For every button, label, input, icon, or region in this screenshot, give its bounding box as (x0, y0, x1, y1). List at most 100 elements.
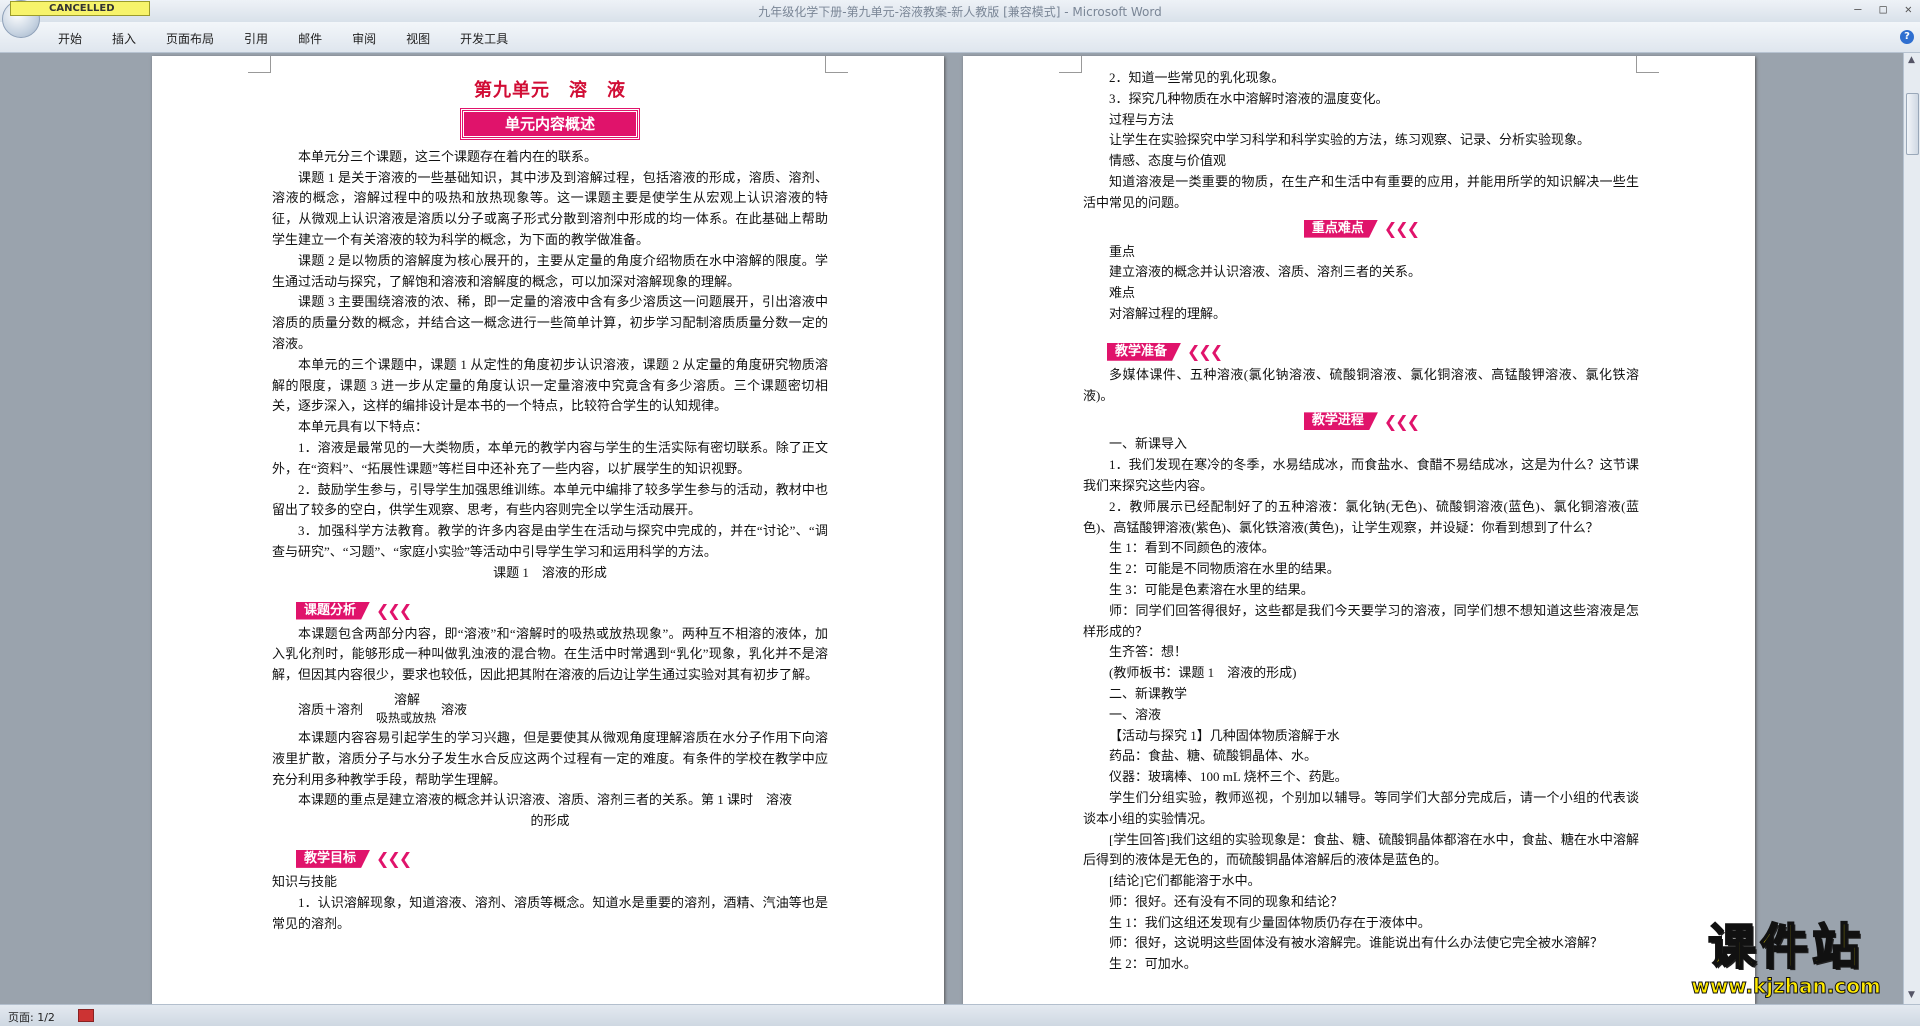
paragraph: 生 2：可能是不同物质溶在水里的结果。 (1109, 561, 1340, 577)
page-2-content: 2．知道一些常见的乳化现象。 3．探究几种物质在水中溶解时溶液的温度变化。 过程… (1083, 68, 1639, 975)
subheading: 知识与技能 (272, 873, 338, 889)
page-count[interactable]: 页面: 1/2 (8, 1009, 55, 1025)
paragraph: 让学生在实验探究中学习科学和科学实验的方法，练习观察、记录、分析实验现象。 (1109, 132, 1591, 148)
document-page-1[interactable]: 第九单元 溶 液 单元内容概述 本单元分三个课题，这三个课题存在着内在的联系。 … (152, 56, 944, 1004)
paragraph: 本课题包含两部分内容，即“溶液”和“溶解时的吸热或放热现象”。两种互不相溶的液体… (272, 625, 828, 683)
paragraph: 【活动与探究 1】几种固体物质溶解于水 (1109, 727, 1340, 743)
paragraph: 生 1：我们这组还发现有少量固体物质仍存在于液体中。 (1109, 914, 1431, 930)
tab-mailings[interactable]: 邮件 (298, 30, 322, 47)
triple-chevron-icon: ❮❮❮ (1383, 411, 1420, 431)
paragraph: 本单元具有以下特点： (298, 419, 429, 435)
triple-chevron-icon: ❮❮❮ (376, 601, 412, 621)
subheading: 情感、态度与价值观 (1109, 153, 1227, 169)
paragraph: 仪器：玻璃棒、100 mL 烧杯三个、药匙。 (1109, 769, 1348, 785)
dissolution-equation: 溶质＋溶剂 溶液 溶解 吸热或放热 (298, 692, 828, 725)
paragraph: 2．教师展示已经配制好了的五种溶液：氯化钠(无色)、硫酸铜溶液(蓝色)、氯化铜溶… (1083, 498, 1639, 535)
triple-chevron-icon: ❮❮❮ (376, 849, 412, 869)
section-tag-key-points: 重点难点 ❮❮❮ (1083, 219, 1639, 239)
lesson-title: 课题 1 溶液的形成 (493, 564, 607, 580)
paragraph: 生 3：可能是色素溶在水里的结果。 (1109, 581, 1314, 597)
paragraph: 课题 2 是以物质的溶解度为核心展开的，主要从定量的角度介绍物质在水中溶解的限度… (272, 252, 828, 289)
section-tag-preparation: 教学准备 ❮❮❮ (1107, 342, 1223, 362)
section-tag-goals: 教学目标 ❮❮❮ (296, 849, 412, 869)
scroll-up-icon[interactable]: ▲ (1906, 55, 1917, 67)
paragraph: [结论]它们都能溶于水中。 (1109, 873, 1261, 889)
subheading: 难点 (1109, 285, 1136, 301)
paragraph: 3．探究几种物质在水中溶解时溶液的温度变化。 (1109, 90, 1389, 106)
paragraph: 生 2：可加水。 (1109, 956, 1197, 972)
equation-condition: 吸热或放热 (376, 710, 437, 725)
section-banner: 单元内容概述 (460, 107, 640, 140)
page-1-content: 第九单元 溶 液 单元内容概述 本单元分三个课题，这三个课题存在着内在的联系。 … (272, 66, 828, 934)
margin-corner-mark (825, 56, 848, 73)
tag-label: 重点难点 (1303, 219, 1378, 238)
triple-chevron-icon: ❮❮❮ (1383, 219, 1420, 239)
paragraph: 知道溶液是一类重要的物质，在生产和生活中有重要的应用，并能用所学的知识解决一些生… (1083, 173, 1639, 210)
proofing-icon[interactable] (78, 1009, 94, 1022)
paragraph: 生齐答：想！ (1109, 644, 1188, 660)
margin-corner-mark (1059, 56, 1082, 73)
paragraph: 课题 3 主要围绕溶液的浓、稀，即一定量的溶液中含有多少溶质这一问题展开，引出溶… (272, 294, 828, 351)
paragraph: 多媒体课件、五种溶液(氯化钠溶液、硫酸铜溶液、氯化铜溶液、高锰酸钾溶液、氯化铁溶… (1083, 366, 1639, 403)
paragraph: 本课题内容容易引起学生的学习兴趣，但是要使其从微观角度理解溶质在水分子作用下向溶… (272, 729, 828, 787)
tab-developer[interactable]: 开发工具 (460, 30, 508, 47)
paragraph: 师：同学们回答得很好，这些都是我们今天要学习的溶液，同学们想不想知道这些溶液是怎… (1083, 602, 1639, 639)
site-watermark-logo: 课件站 www.kjzhan.com (1668, 919, 1904, 1004)
watermark-text: 课件站 (1707, 919, 1864, 975)
paragraph: 课题 1 是关于溶液的一些基础知识，其中涉及到溶解过程，包括溶液的形成，溶质、溶… (272, 169, 828, 247)
subheading: 二、新课教学 (1109, 685, 1188, 701)
title-bar: CANCELLED 九年级化学下册-第九单元-溶液教案-新人教版 [兼容模式] … (0, 0, 1920, 38)
paragraph: 本单元的三个课题中，课题 1 从定性的角度初步认识溶液，课题 2 从定量的角度研… (272, 356, 828, 414)
tag-label: 教学目标 (296, 849, 371, 868)
paragraph: 师：很好，这说明这些固体没有被水溶解完。谁能说出有什么办法使它完全被水溶解？ (1109, 935, 1604, 951)
paragraph: 本课题的重点是建立溶液的概念并认识溶液、溶质、溶剂三者的关系。第 1 课时 溶液 (298, 792, 793, 808)
paragraph: 1．我们发现在寒冷的冬季，水易结成冰，而食盐水、食醋不易结成冰，这是为什么？这节… (1083, 457, 1639, 493)
tag-label: 教学准备 (1107, 342, 1182, 361)
paragraph: 2．鼓励学生参与，引导学生加强思维训练。本单元中编排了较多学生参与的活动，教材中… (272, 481, 828, 518)
subheading: 重点 (1109, 243, 1136, 259)
tab-page-layout[interactable]: 页面布局 (166, 30, 214, 47)
subheading: 一、新课导入 (1109, 436, 1188, 452)
paragraph-continuation: 的形成 (530, 813, 570, 829)
paragraph: 师：很好。还有没有不同的现象和结论？ (1109, 893, 1344, 909)
paragraph: 1．认识溶解现象，知道溶液、溶剂、溶质等概念。知道水是重要的溶剂，酒精、汽油等也… (272, 894, 828, 931)
tag-label: 教学进程 (1303, 412, 1378, 431)
document-page-2[interactable]: 2．知道一些常见的乳化现象。 3．探究几种物质在水中溶解时溶液的温度变化。 过程… (963, 56, 1755, 1004)
subheading: 过程与方法 (1109, 111, 1175, 127)
section-tag-analysis: 课题分析 ❮❮❮ (296, 601, 412, 621)
subheading: 一、溶液 (1109, 706, 1162, 722)
tab-references[interactable]: 引用 (244, 30, 268, 47)
paragraph: 3．加强科学方法教育。教学的许多内容是由学生在活动与探究中完成的，并在“讨论”、… (272, 523, 828, 559)
scroll-down-icon[interactable]: ▼ (1906, 990, 1917, 1002)
vertical-scrollbar[interactable]: ▲ ▼ (1903, 53, 1920, 1004)
minimize-button[interactable]: – (1854, 2, 1861, 16)
close-button[interactable]: ✕ (1905, 2, 1912, 16)
tab-view[interactable]: 视图 (406, 30, 430, 47)
paragraph: 药品：食盐、糖、硫酸铜晶体、水。 (1109, 748, 1318, 764)
paragraph: 1．溶液是最常见的一大类物质，本单元的教学内容与学生的生活实际有密切联系。除了正… (272, 439, 828, 476)
paragraph: 本单元分三个课题，这三个课题存在着内在的联系。 (298, 148, 598, 164)
section-tag-process: 教学进程 ❮❮❮ (1083, 411, 1639, 431)
paragraph: 2．知道一些常见的乳化现象。 (1109, 70, 1285, 85)
tab-insert[interactable]: 插入 (112, 30, 136, 47)
tab-home[interactable]: 开始 (58, 30, 82, 47)
maximize-button[interactable]: □ (1880, 2, 1887, 16)
scrollbar-thumb[interactable] (1906, 93, 1919, 155)
paragraph: 建立溶液的概念并认识溶液、溶质、溶剂三者的关系。 (1109, 264, 1422, 280)
triple-chevron-icon: ❮❮❮ (1187, 342, 1223, 362)
tab-review[interactable]: 审阅 (352, 30, 376, 47)
status-bar: 页面: 1/2 (0, 1004, 1920, 1026)
paragraph: [学生回答]我们这组的实验现象是：食盐、糖、硫酸铜晶体都溶在水中，食盐、糖在水中… (1083, 831, 1639, 868)
tag-label: 课题分析 (296, 601, 371, 620)
paragraph: 对溶解过程的理解。 (1109, 305, 1227, 321)
ribbon: 开始 插入 页面布局 引用 邮件 审阅 视图 开发工具 ? (0, 22, 1920, 53)
help-icon[interactable]: ? (1900, 30, 1914, 44)
window-title: 九年级化学下册-第九单元-溶液教案-新人教版 [兼容模式] - Microsof… (758, 5, 1162, 19)
paragraph: 学生们分组实验，教师巡视，个别加以辅导。等同学们大部分完成后，请一个小组的代表谈… (1083, 789, 1639, 826)
document-workspace: 第九单元 溶 液 单元内容概述 本单元分三个课题，这三个课题存在着内在的联系。 … (0, 53, 1904, 1004)
unit-title: 第九单元 溶 液 (474, 80, 626, 100)
paragraph: (教师板书：课题 1 溶液的形成) (1109, 665, 1297, 681)
ribbon-tabs: 开始 插入 页面布局 引用 邮件 审阅 视图 开发工具 (58, 30, 508, 47)
paragraph: 生 1：看到不同颜色的液体。 (1109, 540, 1275, 556)
margin-corner-mark (1636, 56, 1659, 73)
